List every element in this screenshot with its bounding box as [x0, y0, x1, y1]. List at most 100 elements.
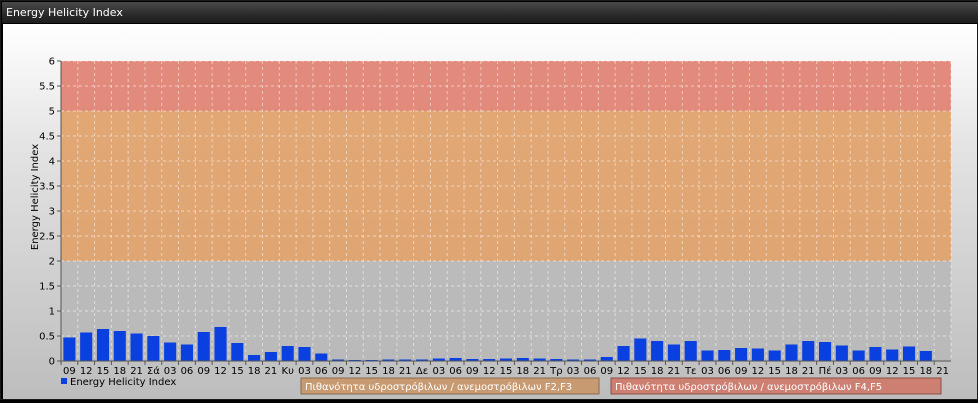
- x-tick-label: Πέ: [819, 365, 832, 377]
- bar: [768, 350, 781, 361]
- x-tick-label: 21: [265, 366, 278, 377]
- y-tick-label: 4.5: [39, 132, 55, 143]
- x-tick-label: 15: [97, 366, 110, 377]
- bar: [197, 332, 210, 361]
- bar: [600, 357, 613, 361]
- bar: [718, 350, 731, 361]
- bar: [248, 355, 261, 361]
- y-tick-label: 2: [49, 257, 55, 268]
- x-tick-label: 18: [516, 366, 529, 377]
- x-tick-label: 09: [63, 366, 76, 377]
- x-tick-label: Δε: [416, 366, 428, 377]
- x-tick-label: 06: [718, 366, 731, 377]
- bar: [634, 338, 647, 361]
- y-tick-label: 2.5: [39, 232, 55, 243]
- y-tick-label: 3.5: [39, 182, 55, 193]
- x-tick-label: 03: [432, 366, 445, 377]
- x-tick-label: 03: [835, 366, 848, 377]
- x-tick-label: Κυ: [282, 366, 295, 377]
- x-tick-label: 15: [768, 366, 781, 377]
- y-tick-label: 0: [49, 357, 55, 368]
- x-tick-label: 21: [130, 366, 143, 377]
- bar: [180, 344, 193, 361]
- bar: [802, 341, 815, 361]
- x-tick-label: 03: [164, 366, 177, 377]
- ehi-chart: 00.511.522.533.544.555.56 09 12 15 18 21 Σά 03…: [30, 57, 952, 395]
- y-tick-label: 1.5: [39, 282, 55, 293]
- bar: [735, 348, 748, 361]
- bar: [902, 346, 916, 361]
- x-tick-label: 15: [365, 366, 378, 377]
- x-tick-label: 18: [248, 366, 261, 377]
- bar: [315, 353, 328, 361]
- bar: [298, 347, 311, 361]
- legend-swatch-series: [61, 378, 67, 384]
- x-tick-label: 09: [466, 366, 479, 377]
- chart-panel: 0 0.5 1 1.5 2 2.5 3 3.5 4 4.5 5 5.5 6 09 12 15 18 21 Σά 03…: [3, 24, 977, 399]
- bar: [869, 347, 882, 361]
- bar: [96, 329, 110, 361]
- x-tick-label: 06: [852, 366, 865, 377]
- x-tick-label: 21: [936, 366, 949, 377]
- bar: [164, 342, 177, 361]
- bar: [919, 351, 932, 361]
- y-tick-label: 6: [49, 57, 55, 68]
- x-tick-label: 09: [197, 366, 210, 377]
- y-tick-label: 5.5: [39, 82, 55, 93]
- x-tick-label: 12: [617, 366, 630, 377]
- x-tick-label: 09: [600, 366, 613, 377]
- x-tick-label: 15: [231, 366, 244, 377]
- x-tick-label: 21: [533, 366, 546, 377]
- y-tick-label: 1: [49, 307, 55, 318]
- x-tick-label: 12: [349, 366, 362, 377]
- x-tick-label: 06: [449, 366, 462, 377]
- bar: [819, 342, 832, 361]
- x-tick-label: 06: [584, 366, 597, 377]
- x-tick-label: 12: [483, 366, 496, 377]
- bar: [264, 352, 277, 361]
- x-tick-label: Τε: [684, 366, 697, 377]
- x-tick-label: 18: [651, 366, 664, 377]
- x-tick-label: Σά: [147, 365, 160, 377]
- y-tick-label: 0.5: [39, 332, 55, 343]
- bar: [751, 348, 764, 361]
- bar: [147, 336, 160, 361]
- window-title: Energy Helicity Index: [2, 2, 978, 23]
- x-tick-label: 12: [80, 366, 93, 377]
- bar: [63, 337, 76, 361]
- bar: [667, 344, 680, 361]
- legend-series-label: Energy Helicity Index: [70, 377, 176, 388]
- x-tick-label: 09: [332, 366, 345, 377]
- x-tick-label: 03: [298, 366, 311, 377]
- x-tick-label: 18: [113, 366, 126, 377]
- x-tick-label: Τρ: [549, 366, 562, 377]
- x-tick-label: 18: [785, 366, 798, 377]
- bar: [214, 327, 227, 361]
- y-tick-label: 5: [49, 107, 55, 118]
- legend: Energy Helicity Index Πιθανότητα υδροστρ…: [61, 377, 942, 395]
- bar: [701, 350, 714, 361]
- bar: [835, 345, 848, 361]
- x-tick-labels: 09 12 15 18 21 Σά 03 06 09 12 15 18 21 Κυ 03 06 09 12 15 18…: [60, 361, 949, 377]
- bar: [886, 349, 899, 361]
- x-tick-label: 06: [181, 366, 194, 377]
- x-tick-label: 03: [701, 366, 714, 377]
- x-tick-label: 03: [567, 366, 580, 377]
- x-tick-label: 12: [214, 366, 227, 377]
- x-tick-label: 12: [752, 366, 765, 377]
- x-tick-label: 21: [399, 366, 412, 377]
- x-tick-label: 15: [500, 366, 513, 377]
- x-tick-label: 18: [382, 366, 395, 377]
- x-tick-label: 21: [668, 366, 681, 377]
- bar: [684, 341, 697, 361]
- x-tick-label: 15: [634, 366, 647, 377]
- legend-band-f2f3-label: Πιθανότητα υδροστρόβιλων / ανεμοστρόβιλω…: [305, 381, 572, 393]
- y-axis-label: Energy Helicity Index: [30, 144, 41, 250]
- bar: [785, 344, 798, 361]
- bar: [130, 333, 143, 361]
- x-tick-label: 18: [919, 366, 932, 377]
- chart-window: Energy Helicity Index 0 0.5 1 1.5 2 2.5 3 3.5 4 4…: [0, 0, 978, 400]
- y-tick-label: 3: [49, 207, 55, 218]
- bar: [651, 341, 664, 361]
- x-tick-label: 09: [869, 366, 882, 377]
